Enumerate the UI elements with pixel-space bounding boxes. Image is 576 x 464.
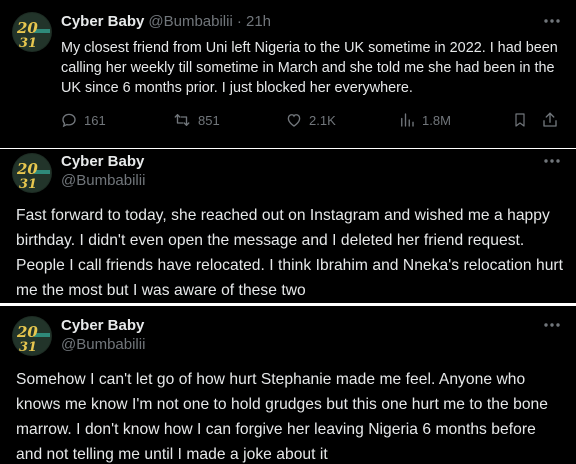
like-icon (287, 114, 301, 127)
repost-button[interactable]: 851 (172, 108, 220, 132)
author-handle[interactable]: @Bumbabilii (148, 13, 232, 30)
bookmark-icon (515, 113, 525, 127)
reply-button[interactable]: 161 (60, 108, 106, 132)
tweet-1[interactable]: 20 31 Cyber Baby @Bumbabilii · 21h My clos… (0, 0, 576, 148)
more-options-icon[interactable] (543, 322, 561, 336)
tweet-3[interactable]: 20 31 Cyber Baby @Bumbabilii Somehow I c… (0, 306, 576, 464)
tweet-timestamp[interactable]: · 21h (237, 13, 271, 30)
views-count: 1.8M (422, 112, 451, 128)
author-handle[interactable]: @Bumbabilii (61, 172, 145, 189)
views-icon (401, 113, 414, 127)
repost-icon (174, 114, 190, 126)
tweet-text: Fast forward to today, she reached out o… (16, 207, 564, 299)
svg-text:20: 20 (16, 323, 38, 341)
bookmark-button[interactable] (512, 108, 528, 132)
author-name[interactable]: Cyber Baby @Bumbabilii · 21h (61, 13, 271, 30)
tweet-text: My closest friend from Uni left Nigeria … (61, 40, 558, 96)
like-count: 2.1K (309, 112, 336, 128)
tweet-2[interactable]: 20 31 Cyber Baby @Bumbabilii Fast forwar… (0, 149, 576, 303)
tweet-actions: 161 851 2.1K 1.8M (0, 108, 576, 132)
avatar[interactable]: 20 31 (12, 153, 52, 193)
svg-text:20: 20 (16, 19, 38, 37)
views-button[interactable]: 1.8M (398, 108, 451, 132)
reply-count: 161 (84, 112, 106, 128)
author-name-text: Cyber Baby (61, 13, 145, 30)
tweet-text: Somehow I can't let go of how hurt Steph… (16, 371, 548, 463)
svg-text:20: 20 (16, 160, 38, 178)
author-handle[interactable]: @Bumbabilii (61, 336, 145, 353)
repost-count: 851 (198, 112, 220, 128)
author-name[interactable]: Cyber Baby (61, 153, 144, 170)
more-options-icon[interactable] (543, 18, 561, 32)
svg-text:31: 31 (19, 340, 37, 355)
like-button[interactable]: 2.1K (285, 108, 336, 132)
avatar[interactable]: 20 31 (12, 316, 52, 356)
share-button[interactable] (541, 108, 559, 132)
avatar[interactable]: 20 31 (12, 12, 52, 52)
reply-icon (62, 113, 76, 128)
svg-text:31: 31 (19, 36, 37, 51)
more-options-icon[interactable] (543, 158, 561, 172)
share-icon (543, 112, 557, 127)
author-name[interactable]: Cyber Baby (61, 317, 144, 334)
svg-text:31: 31 (19, 177, 37, 192)
